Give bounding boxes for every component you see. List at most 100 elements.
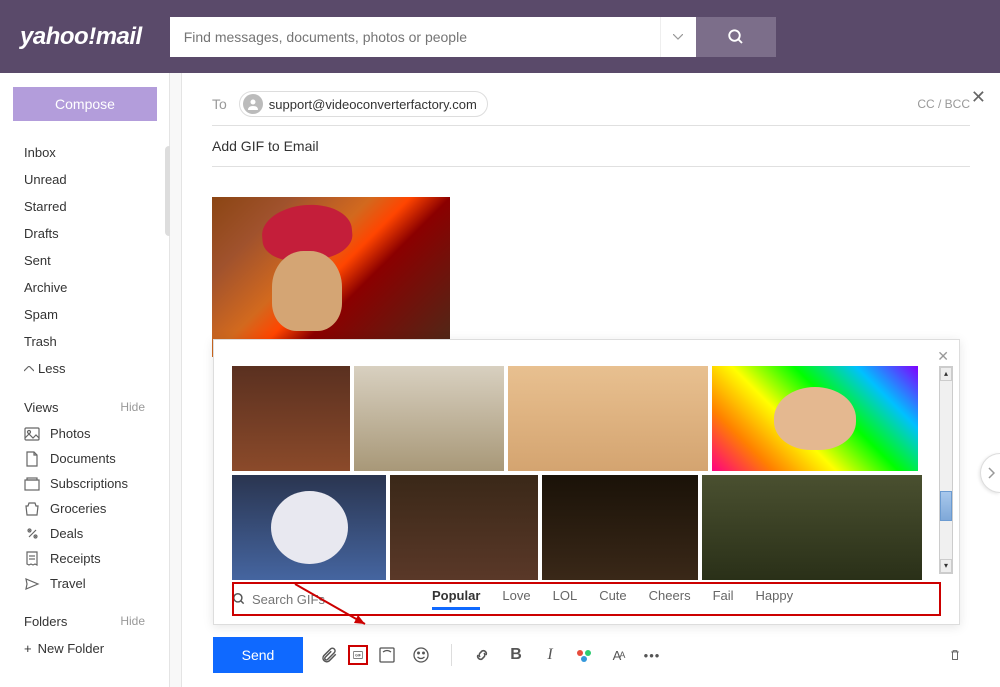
search-icon — [232, 592, 246, 606]
recipient-chip[interactable]: support@videoconverterfactory.com — [239, 91, 488, 117]
photos-icon — [24, 427, 40, 441]
to-field-row: To support@videoconverterfactory.com CC … — [212, 91, 970, 126]
gif-cat-cute[interactable]: Cute — [599, 588, 626, 610]
gif-picker-popup: ✕ ▴ ▾ — [213, 339, 960, 625]
chevron-up-icon — [24, 366, 34, 372]
send-button[interactable]: Send — [213, 637, 303, 673]
travel-icon — [24, 577, 40, 591]
search-button[interactable] — [696, 17, 776, 57]
gif-search-box[interactable] — [232, 592, 402, 607]
gif-cat-happy[interactable]: Happy — [756, 588, 794, 610]
folder-archive[interactable]: Archive — [6, 274, 163, 301]
search-icon — [727, 28, 745, 46]
scrollbar-thumb[interactable] — [940, 491, 952, 521]
gif-tile[interactable] — [712, 366, 918, 471]
gif-tile[interactable] — [232, 366, 350, 471]
font-size-button[interactable]: AA — [608, 645, 628, 665]
gif-search-input[interactable] — [252, 592, 382, 607]
view-photos[interactable]: Photos — [6, 421, 163, 446]
subject-field[interactable]: Add GIF to Email — [212, 126, 970, 167]
gif-cat-love[interactable]: Love — [502, 588, 530, 610]
new-folder-label: New Folder — [38, 641, 104, 656]
emoji-button[interactable] — [411, 645, 431, 665]
svg-text:GIF: GIF — [355, 654, 362, 658]
folder-trash[interactable]: Trash — [6, 328, 163, 355]
discard-button[interactable] — [950, 645, 970, 665]
chevron-right-icon — [987, 467, 995, 479]
view-label: Photos — [50, 426, 90, 441]
gif-tile[interactable] — [542, 475, 698, 580]
search-container — [170, 17, 776, 57]
folder-less-toggle[interactable]: Less — [6, 355, 163, 382]
gif-tile[interactable] — [390, 475, 538, 580]
plus-icon: + — [24, 641, 32, 656]
folder-list: Inbox Unread Starred Drafts Sent Archive… — [0, 139, 169, 662]
folder-unread[interactable]: Unread — [6, 166, 163, 193]
compose-button[interactable]: Compose — [13, 87, 157, 121]
view-groceries[interactable]: Groceries — [6, 496, 163, 521]
attach-button[interactable] — [319, 645, 339, 665]
email-body[interactable] — [212, 167, 970, 357]
view-documents[interactable]: Documents — [6, 446, 163, 471]
gif-cat-cheers[interactable]: Cheers — [649, 588, 691, 610]
folders-label: Folders — [24, 614, 67, 629]
gif-categories: Popular Love LOL Cute Cheers Fail Happy — [432, 588, 793, 610]
groceries-icon — [24, 502, 40, 516]
link-button[interactable] — [472, 645, 492, 665]
subscriptions-icon — [24, 477, 40, 491]
gif-cat-lol[interactable]: LOL — [553, 588, 578, 610]
folders-header: Folders Hide — [6, 608, 163, 635]
message-list-collapsed[interactable] — [170, 73, 182, 687]
search-input[interactable] — [170, 17, 660, 57]
gif-tile[interactable] — [508, 366, 708, 471]
close-compose-button[interactable]: ✕ — [971, 87, 986, 108]
documents-icon — [24, 452, 40, 466]
app-header: yahoo!mail — [0, 0, 1000, 73]
inserted-gif[interactable] — [212, 197, 450, 357]
recipient-email: support@videoconverterfactory.com — [269, 97, 477, 112]
gif-tile[interactable] — [232, 475, 386, 580]
sidebar: Compose Inbox Unread Starred Drafts Sent… — [0, 73, 170, 687]
folder-drafts[interactable]: Drafts — [6, 220, 163, 247]
view-label: Receipts — [50, 551, 101, 566]
view-travel[interactable]: Travel — [6, 571, 163, 596]
view-receipts[interactable]: Receipts — [6, 546, 163, 571]
gif-cat-popular[interactable]: Popular — [432, 588, 480, 610]
italic-button[interactable]: I — [540, 645, 560, 665]
toolbar-separator — [451, 644, 452, 666]
text-color-button[interactable] — [574, 645, 594, 665]
folder-starred[interactable]: Starred — [6, 193, 163, 220]
gif-tile[interactable] — [702, 475, 922, 580]
bold-button[interactable]: B — [506, 645, 526, 665]
gif-scrollbar[interactable]: ▴ ▾ — [939, 366, 953, 574]
scroll-down-arrow[interactable]: ▾ — [940, 559, 952, 573]
gif-search-row: Popular Love LOL Cute Cheers Fail Happy — [214, 580, 959, 624]
compose-toolbar: Send GIF B I AA ••• — [213, 635, 970, 675]
yahoo-mail-logo: yahoo!mail — [20, 23, 142, 51]
new-folder-button[interactable]: + New Folder — [6, 635, 163, 662]
main-layout: Compose Inbox Unread Starred Drafts Sent… — [0, 73, 1000, 687]
folder-sent[interactable]: Sent — [6, 247, 163, 274]
scroll-up-arrow[interactable]: ▴ — [940, 367, 952, 381]
receipts-icon — [24, 552, 40, 566]
cc-bcc-toggle[interactable]: CC / BCC — [917, 97, 970, 111]
view-subscriptions[interactable]: Subscriptions — [6, 471, 163, 496]
folders-hide-toggle[interactable]: Hide — [120, 614, 145, 629]
gif-grid: ▴ ▾ — [214, 340, 959, 580]
view-deals[interactable]: Deals — [6, 521, 163, 546]
deals-icon — [24, 527, 40, 541]
views-label: Views — [24, 400, 58, 415]
chevron-down-icon — [673, 34, 683, 40]
gif-tile[interactable] — [354, 366, 504, 471]
search-dropdown[interactable] — [660, 17, 696, 57]
gif-button[interactable]: GIF — [348, 645, 368, 665]
view-label: Deals — [50, 526, 83, 541]
folder-inbox[interactable]: Inbox — [6, 139, 163, 166]
stationery-button[interactable] — [377, 645, 397, 665]
gif-cat-fail[interactable]: Fail — [713, 588, 734, 610]
view-label: Groceries — [50, 501, 106, 516]
more-button[interactable]: ••• — [642, 645, 662, 665]
views-hide-toggle[interactable]: Hide — [120, 400, 145, 415]
folder-spam[interactable]: Spam — [6, 301, 163, 328]
view-label: Subscriptions — [50, 476, 128, 491]
